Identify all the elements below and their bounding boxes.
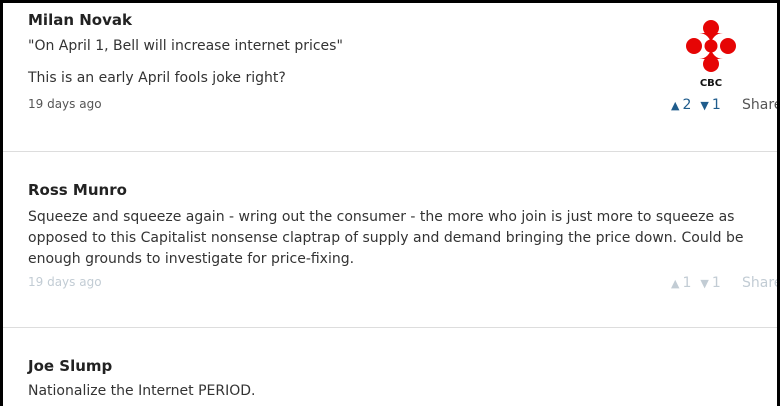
downvote-count: 1 [711,275,721,291]
comment-text-line: "On April 1, Bell will increase internet… [28,38,343,54]
downvote-count: 1 [711,97,721,113]
comment-text-line: enough grounds to investigate for price-… [28,251,355,267]
cbc-logo-text: CBC [699,78,723,89]
upvote-icon[interactable]: ▲ [671,99,679,112]
downvote-icon[interactable]: ▼ [700,99,708,112]
comment-text-line: Squeeze and squeeze again - wring out th… [28,209,735,225]
comment-divider [3,151,777,152]
upvote-icon[interactable]: ▲ [671,277,679,290]
cbc-gem-icon [686,20,736,72]
comments-panel: Milan Novak "On April 1, Bell will incre… [3,3,777,406]
comment-author[interactable]: Milan Novak [28,11,132,29]
cbc-logo: CBC [685,17,737,97]
comment-divider [3,327,777,328]
share-button[interactable]: Share [742,97,777,113]
comment-timestamp[interactable]: 19 days ago [28,275,102,289]
downvote-icon[interactable]: ▼ [700,277,708,290]
upvote-count: 2 [682,97,692,113]
comment-author[interactable]: Ross Munro [28,181,127,199]
comment-text-line: Nationalize the Internet PERIOD. [28,383,256,399]
comment-text-line: opposed to this Capitalist nonsense clap… [28,230,744,246]
comment-author[interactable]: Joe Slump [28,357,112,375]
vote-controls: ▲ 2 ▼ 1 [671,97,721,113]
vote-controls: ▲ 1 ▼ 1 [671,275,721,291]
share-button[interactable]: Share [742,275,777,291]
upvote-count: 1 [682,275,692,291]
comment-text-line: This is an early April fools joke right? [28,70,286,86]
comment-timestamp[interactable]: 19 days ago [28,97,102,111]
